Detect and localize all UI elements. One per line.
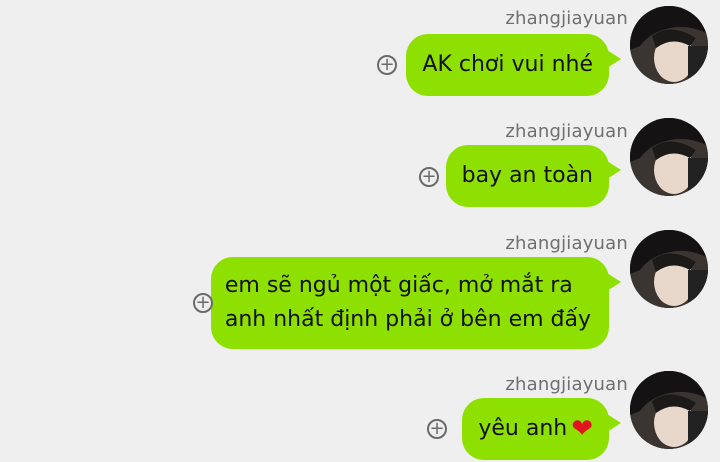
- message-text-line: anh nhất định phải ở bên em đấy: [224, 307, 591, 332]
- message-text: bay an toàn: [461, 163, 593, 188]
- message-text-line: em sẽ ngủ một giấc, mở mắt ra: [224, 273, 573, 298]
- message-bubble[interactable]: bay an toàn: [445, 145, 622, 207]
- plus-circle-icon[interactable]: +: [193, 293, 213, 313]
- message-bubble[interactable]: AK chơi vui nhé: [406, 34, 621, 96]
- message-text: AK chơi vui nhé: [422, 52, 593, 77]
- message-text: yêu anh: [478, 416, 568, 441]
- avatar[interactable]: [630, 118, 708, 196]
- plus-circle-icon[interactable]: +: [419, 167, 439, 187]
- message-bubble[interactable]: yêu anh ❤: [462, 398, 621, 460]
- message-bubble[interactable]: em sẽ ngủ một giấc, mở mắt ra anh nhất đ…: [210, 257, 622, 349]
- sender-name: zhangjiayuan: [505, 233, 628, 254]
- avatar[interactable]: [630, 371, 708, 449]
- avatar[interactable]: [630, 6, 708, 84]
- sender-name: zhangjiayuan: [505, 121, 628, 142]
- sender-name: zhangjiayuan: [505, 374, 628, 395]
- plus-circle-icon[interactable]: +: [427, 419, 447, 439]
- sender-name: zhangjiayuan: [505, 8, 628, 29]
- heart-icon: ❤: [571, 414, 593, 444]
- avatar[interactable]: [630, 230, 708, 308]
- plus-circle-icon[interactable]: +: [377, 55, 397, 75]
